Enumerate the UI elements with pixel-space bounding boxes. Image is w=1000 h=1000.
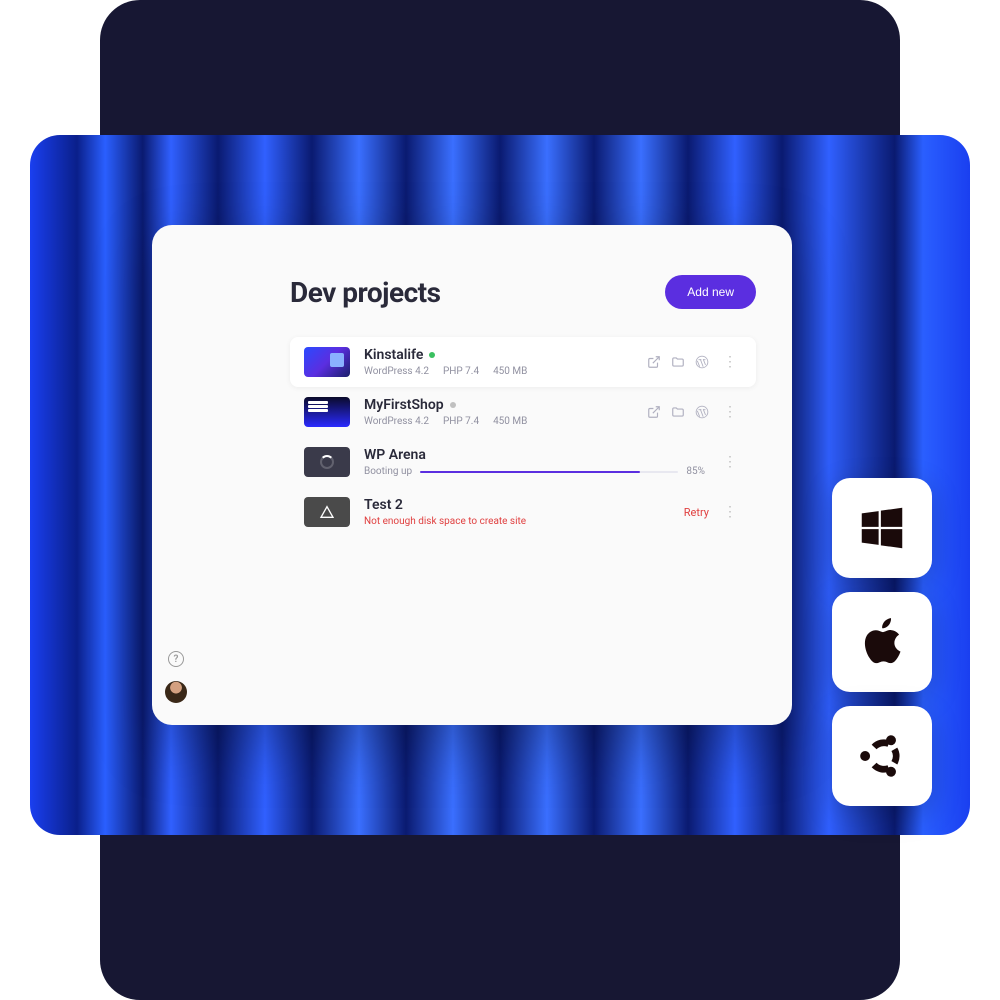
warning-icon: [319, 504, 335, 520]
folder-icon[interactable]: [671, 355, 685, 369]
wordpress-icon[interactable]: [695, 405, 709, 419]
project-meta: WordPress 4.2 PHP 7.4 450 MB: [364, 366, 633, 377]
open-external-icon[interactable]: [647, 405, 661, 419]
header: Dev projects Add new: [290, 275, 756, 309]
status-dot-idle: [450, 402, 456, 408]
retry-button[interactable]: Retry: [684, 506, 709, 519]
project-thumbnail-error: [304, 497, 350, 527]
progress-percent: 85%: [686, 466, 705, 477]
project-name-label: WP Arena: [364, 447, 426, 463]
project-row[interactable]: MyFirstShop WordPress 4.2 PHP 7.4 450 MB…: [290, 387, 756, 437]
project-info: WP Arena Booting up 85%: [364, 447, 705, 477]
wp-version: WordPress 4.2: [364, 416, 429, 427]
more-icon[interactable]: ⋮: [719, 354, 742, 370]
php-version: PHP 7.4: [443, 416, 479, 427]
avatar[interactable]: [165, 681, 187, 703]
project-name: Kinstalife: [364, 347, 633, 363]
os-badges: [832, 478, 932, 806]
status-label: Booting up: [364, 466, 412, 477]
project-thumbnail-loading: [304, 447, 350, 477]
ubuntu-badge[interactable]: [832, 706, 932, 806]
project-meta: WordPress 4.2 PHP 7.4 450 MB: [364, 416, 633, 427]
more-icon[interactable]: ⋮: [719, 404, 742, 420]
project-name: Test 2: [364, 497, 670, 513]
project-info: Kinstalife WordPress 4.2 PHP 7.4 450 MB: [364, 347, 633, 377]
error-message: Not enough disk space to create site: [364, 516, 670, 527]
progress-bar: [420, 471, 678, 473]
project-name-label: Test 2: [364, 497, 403, 513]
project-info: MyFirstShop WordPress 4.2 PHP 7.4 450 MB: [364, 397, 633, 427]
left-rail: ?: [152, 225, 200, 725]
apple-icon: [855, 615, 909, 669]
add-new-button[interactable]: Add new: [665, 275, 756, 309]
project-thumbnail: [304, 347, 350, 377]
project-row[interactable]: Test 2 Not enough disk space to create s…: [290, 487, 756, 537]
page-title: Dev projects: [290, 276, 441, 309]
more-icon[interactable]: ⋮: [719, 504, 742, 520]
wordpress-icon[interactable]: [695, 355, 709, 369]
size: 450 MB: [493, 366, 527, 377]
open-external-icon[interactable]: [647, 355, 661, 369]
progress-fill: [420, 471, 640, 473]
project-info: Test 2 Not enough disk space to create s…: [364, 497, 670, 527]
php-version: PHP 7.4: [443, 366, 479, 377]
project-actions: ⋮: [719, 454, 742, 470]
project-actions: ⋮: [647, 354, 742, 370]
project-row[interactable]: WP Arena Booting up 85% ⋮: [290, 437, 756, 487]
spinner-icon: [320, 455, 334, 469]
project-name-label: Kinstalife: [364, 347, 423, 363]
project-status: Booting up 85%: [364, 466, 705, 477]
windows-icon: [855, 501, 909, 555]
help-icon[interactable]: ?: [168, 651, 184, 667]
apple-badge[interactable]: [832, 592, 932, 692]
project-name-label: MyFirstShop: [364, 397, 444, 413]
ubuntu-icon: [855, 729, 909, 783]
project-row[interactable]: Kinstalife WordPress 4.2 PHP 7.4 450 MB …: [290, 337, 756, 387]
project-name: MyFirstShop: [364, 397, 633, 413]
project-thumbnail: [304, 397, 350, 427]
app-window: ? Dev projects Add new Kinstalife WordPr…: [152, 225, 792, 725]
project-actions: Retry ⋮: [684, 504, 742, 520]
size: 450 MB: [493, 416, 527, 427]
more-icon[interactable]: ⋮: [719, 454, 742, 470]
folder-icon[interactable]: [671, 405, 685, 419]
project-actions: ⋮: [647, 404, 742, 420]
project-name: WP Arena: [364, 447, 705, 463]
main-content: Dev projects Add new Kinstalife WordPres…: [200, 225, 792, 725]
status-dot-running: [429, 352, 435, 358]
windows-badge[interactable]: [832, 478, 932, 578]
wp-version: WordPress 4.2: [364, 366, 429, 377]
